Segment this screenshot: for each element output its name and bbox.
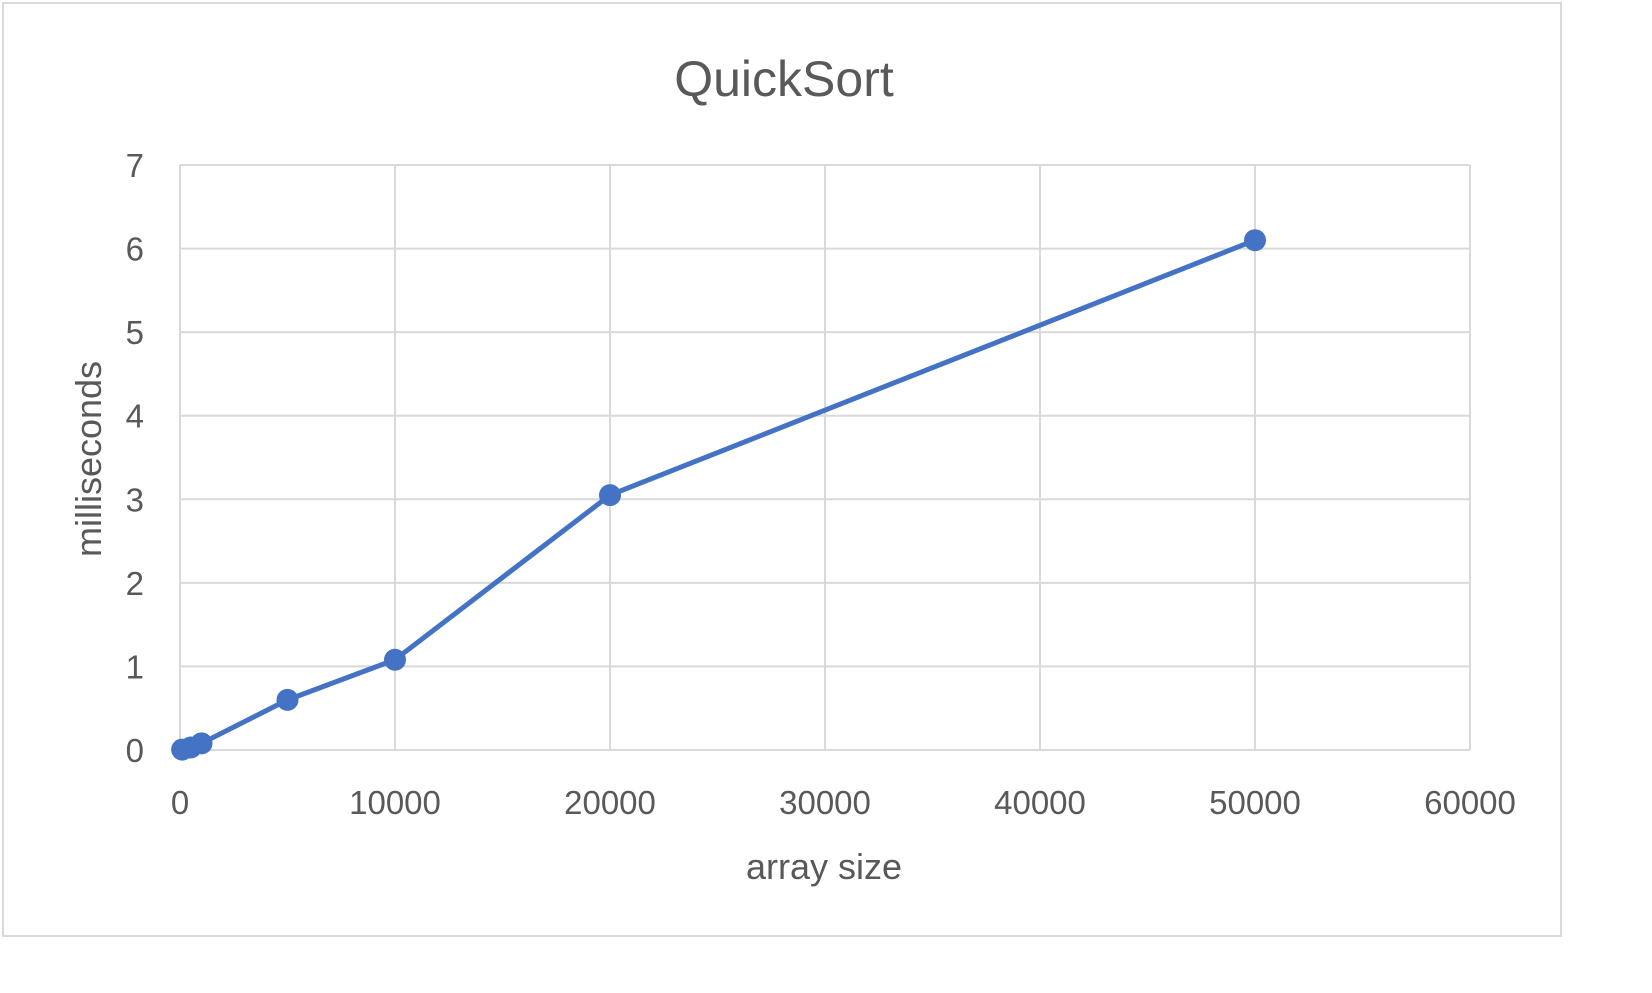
series-line: [181, 237, 1256, 753]
x-axis-ticks: 0 10000 20000 30000 40000 50000 60000: [171, 784, 1516, 821]
chart-svg: QuickSort 0 1 2 3 4 5 6 7 0 10000 20000 30000 40000…: [68, 51, 1516, 887]
y-tick-label: 1: [126, 648, 144, 685]
y-tick-label: 3: [126, 481, 144, 518]
data-point: [190, 732, 213, 755]
y-tick-label: 2: [126, 565, 144, 602]
series-layer: [171, 229, 1266, 761]
x-tick-label: 40000: [994, 784, 1086, 821]
grid: [179, 164, 1471, 751]
y-axis-ticks: 0 1 2 3 4 5 6 7: [126, 147, 144, 769]
x-tick-label: 20000: [564, 784, 656, 821]
y-tick-label: 6: [126, 231, 144, 268]
x-tick-label: 0: [171, 784, 189, 821]
data-point: [276, 688, 299, 711]
chart-title: QuickSort: [674, 51, 894, 107]
data-point: [1244, 229, 1266, 252]
y-tick-label: 4: [126, 398, 144, 435]
y-tick-label: 5: [126, 314, 144, 351]
x-axis-label: array size: [746, 846, 902, 887]
data-point: [384, 648, 406, 671]
data-point: [599, 484, 621, 507]
x-tick-label: 30000: [779, 784, 871, 821]
x-tick-label: 60000: [1424, 784, 1516, 821]
y-tick-label: 7: [126, 147, 144, 184]
x-tick-label: 50000: [1209, 784, 1301, 821]
y-tick-label: 0: [126, 732, 144, 769]
y-axis-label: milliseconds: [68, 361, 109, 557]
x-tick-label: 10000: [349, 784, 441, 821]
chart-frame: QuickSort 0 1 2 3 4 5 6 7 0 10000 20000 30000 40000…: [2, 2, 1562, 937]
